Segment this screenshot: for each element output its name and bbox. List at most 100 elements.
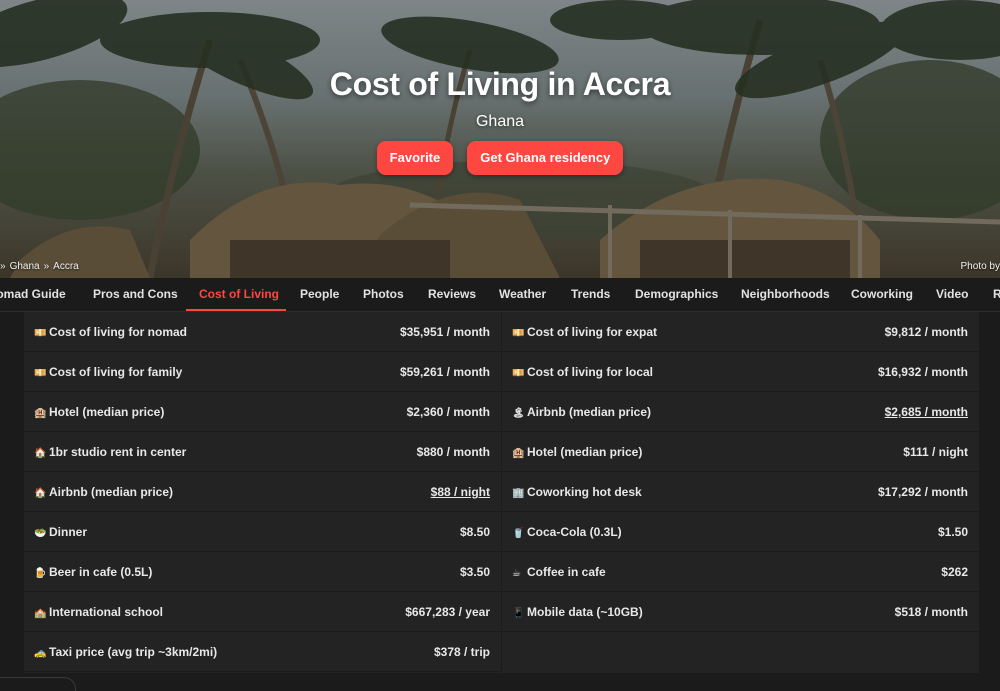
cost-label: 🏝 Airbnb (median price): [512, 392, 651, 434]
tab-demographics[interactable]: Demographics: [635, 278, 718, 311]
cost-label: 🏨 Hotel (median price): [512, 432, 642, 474]
tab-pros-and-cons[interactable]: Pros and Cons: [93, 278, 178, 311]
cost-label: 🏢 Coworking hot desk: [512, 472, 642, 514]
cost-row: 💴 Cost of living for local $16,932 / month: [502, 352, 979, 392]
house-icon: 🏠: [34, 488, 47, 499]
breadcrumb-item-ghana[interactable]: Ghana: [10, 261, 40, 272]
hotel-icon: 🏨: [34, 408, 47, 419]
tab-nomad-guide[interactable]: lomad Guide: [0, 278, 66, 311]
hero-overlay: [0, 0, 1000, 278]
country-subtitle: Ghana: [475, 113, 525, 130]
favorite-button[interactable]: Favorite: [376, 141, 454, 175]
breadcrumb-separator: »: [43, 261, 50, 272]
photo-credit[interactable]: Photo by: [961, 261, 1000, 272]
tab-weather[interactable]: Weather: [499, 278, 546, 311]
cost-row: 🏝 Airbnb (median price) $2,685 / month: [502, 392, 979, 432]
breadcrumb: » Ghana» Accra: [0, 261, 83, 272]
cost-label-text: Coca-Cola (0.3L): [527, 525, 622, 539]
cost-row: 💴 Cost of living for nomad $35,951 / month: [24, 312, 501, 352]
breadcrumb-item-accra[interactable]: Accra: [53, 261, 79, 272]
cost-label-text: Cost of living for expat: [527, 325, 658, 339]
house-icon: 🏠: [34, 448, 47, 459]
section-tabs: lomad Guide Pros and Cons Cost of Living…: [0, 278, 1000, 312]
hero-banner: Cost of Living in Accra Ghana Favorite Ge…: [0, 0, 1000, 278]
cost-label-text: Cost of living for family: [49, 365, 183, 379]
cost-label: 💴 Cost of living for local: [512, 352, 653, 394]
tab-reviews[interactable]: Reviews: [428, 278, 476, 311]
cost-value: $8.50: [459, 525, 490, 539]
cost-value: $378 / trip: [433, 645, 490, 659]
cost-row: ☕ Coffee in cafe $262: [502, 552, 979, 592]
money-icon: 💴: [34, 368, 47, 379]
cost-label-text: Hotel (median price): [527, 445, 643, 459]
taxi-icon: 🚕: [34, 648, 47, 659]
cost-label: 🏫 International school: [34, 592, 163, 634]
cost-label: 🚕 Taxi price (avg trip ~3km/2mi): [34, 632, 217, 674]
cost-value: $2,360 / month: [406, 405, 490, 419]
cost-column-left: 💴 Cost of living for nomad $35,951 / month…: [24, 312, 501, 672]
phone-icon: 📱: [512, 608, 525, 619]
money-icon: 💴: [512, 368, 525, 379]
cost-value-link[interactable]: $88 / night: [431, 472, 490, 512]
cost-row: 🏢 Coworking hot desk $17,292 / month: [502, 472, 979, 512]
tab-cost-of-living[interactable]: Cost of Living: [199, 278, 279, 311]
cost-label-text: Taxi price (avg trip ~3km/2mi): [49, 645, 218, 659]
cost-column-right: 💴 Cost of living for expat $9,812 / month 💴…: [502, 312, 979, 632]
cost-value: $518 / month: [894, 605, 968, 619]
cost-label: 🥗 Dinner: [34, 512, 87, 554]
office-icon: 🏢: [512, 488, 525, 499]
cost-label-text: Airbnb (median price): [527, 405, 652, 419]
cost-value-link[interactable]: $2,685 / month: [885, 392, 968, 432]
tab-coworking[interactable]: Coworking: [851, 278, 913, 311]
cost-label-text: International school: [49, 605, 164, 619]
cost-value: $880 / month: [416, 445, 490, 459]
coffee-icon: ☕: [512, 568, 521, 579]
cost-value: $262: [941, 565, 968, 579]
cost-row: 🏨 Hotel (median price) $111 / night: [502, 432, 979, 472]
active-tab-indicator: [186, 309, 286, 311]
cost-label: 💴 Cost of living for nomad: [34, 312, 187, 354]
tab-trends[interactable]: Trends: [571, 278, 610, 311]
cost-value: $111 / night: [903, 445, 968, 459]
cost-value: $17,292 / month: [877, 485, 968, 499]
cost-label-text: Coworking hot desk: [527, 485, 642, 499]
cost-value: $16,932 / month: [877, 365, 968, 379]
cost-label: 🏠 1br studio rent in center: [34, 432, 186, 474]
cost-label: 📱 Mobile data (~10GB): [512, 592, 643, 634]
school-icon: 🏫: [34, 608, 47, 619]
cost-row: 🏠 Airbnb (median price) $88 / night: [24, 472, 501, 512]
airbnb-icon: 🏝: [512, 408, 525, 419]
cost-row: 🥤 Coca-Cola (0.3L) $1.50: [502, 512, 979, 552]
cost-row: 🍺 Beer in cafe (0.5L) $3.50: [24, 552, 501, 592]
cost-label-text: Hotel (median price): [49, 405, 165, 419]
tab-photos[interactable]: Photos: [363, 278, 404, 311]
cost-table: 💴 Cost of living for nomad $35,951 / month…: [24, 312, 979, 673]
cost-value: $3.50: [459, 565, 490, 579]
cost-value: $35,951 / month: [399, 325, 490, 339]
money-icon: 💴: [512, 328, 525, 339]
cost-label-text: Cost of living for nomad: [49, 325, 187, 339]
cost-value: $59,261 / month: [399, 365, 490, 379]
residency-button[interactable]: Get Ghana residency: [467, 141, 624, 175]
cost-label: 💴 Cost of living for expat: [512, 312, 657, 354]
tab-neighborhoods[interactable]: Neighborhoods: [741, 278, 830, 311]
cost-value: $667,283 / year: [405, 605, 490, 619]
money-icon: 💴: [34, 328, 47, 339]
cola-icon: 🥤: [512, 528, 525, 539]
cost-label: 💴 Cost of living for family: [34, 352, 182, 394]
cost-row: 💴 Cost of living for family $59,261 / mont…: [24, 352, 501, 392]
cost-row: 🏨 Hotel (median price) $2,360 / month: [24, 392, 501, 432]
cost-label: ☕ Coffee in cafe: [512, 552, 606, 594]
cost-row: 🏫 International school $667,283 / year: [24, 592, 501, 632]
cost-row: 🥗 Dinner $8.50: [24, 512, 501, 552]
dinner-icon: 🥗: [34, 528, 47, 539]
tab-overflow[interactable]: R: [993, 278, 1000, 311]
cost-label: 🍺 Beer in cafe (0.5L): [34, 552, 152, 594]
tab-video[interactable]: Video: [936, 278, 968, 311]
cost-label-text: 1br studio rent in center: [49, 445, 187, 459]
tab-people[interactable]: People: [300, 278, 339, 311]
floating-pill[interactable]: [0, 677, 76, 691]
hotel-icon: 🏨: [512, 448, 525, 459]
cost-label-text: Mobile data (~10GB): [527, 605, 643, 619]
cost-label-text: Beer in cafe (0.5L): [49, 565, 153, 579]
